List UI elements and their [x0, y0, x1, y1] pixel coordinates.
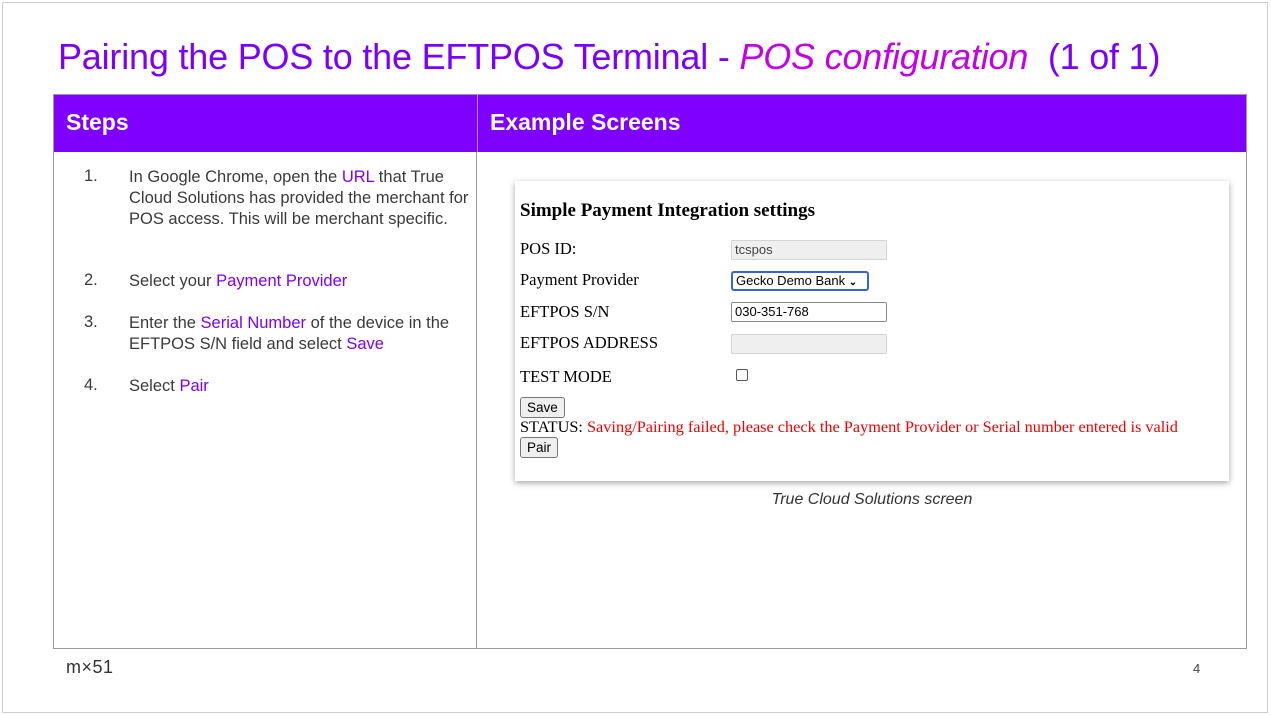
step-text-part: Select: [129, 377, 180, 395]
step-highlight-serial-number: Serial Number: [200, 314, 307, 332]
step-number: 2.: [84, 271, 98, 289]
status-line: STATUS: Saving/Pairing failed, please ch…: [520, 417, 1178, 437]
step-text: Enter the Serial Number of the device in…: [129, 313, 469, 355]
slide-title: Pairing the POS to the EFTPOS Terminal -…: [58, 36, 1160, 78]
step-highlight-save: Save: [346, 335, 384, 353]
step-highlight-payment-provider: Payment Provider: [216, 272, 348, 290]
test-mode-label: TEST MODE: [520, 367, 612, 386]
pos-id-label: POS ID:: [520, 239, 577, 258]
step-text-part: Enter the: [129, 314, 201, 332]
eftpos-sn-input[interactable]: 030-351-768: [731, 302, 887, 322]
step-highlight-url: URL: [341, 168, 375, 186]
payment-provider-label: Payment Provider: [520, 270, 639, 289]
title-suffix: (1 of 1): [1047, 36, 1161, 77]
eftpos-sn-label: EFTPOS S/N: [520, 302, 610, 321]
step-text: Select your Payment Provider: [129, 271, 469, 292]
chevron-down-icon: ⌄: [848, 277, 858, 288]
test-mode-checkbox[interactable]: [736, 369, 748, 381]
title-emphasis: POS configuration: [739, 36, 1029, 77]
eftpos-address-label: EFTPOS ADDRESS: [520, 333, 659, 352]
status-label: STATUS:: [520, 417, 587, 436]
step-text-part: In Google Chrome, open the: [129, 168, 342, 186]
screenshot-caption: True Cloud Solutions screen: [771, 491, 973, 508]
step-text-part: Select your: [129, 272, 217, 290]
pos-id-input[interactable]: tcspos: [731, 240, 887, 260]
steps-header: Steps: [54, 95, 477, 152]
title-gap: [1028, 36, 1048, 77]
example-screenshot: Simple Payment Integration settings POS …: [515, 181, 1229, 481]
payment-provider-select[interactable]: Gecko Demo Bank ⌄: [731, 271, 869, 291]
column-divider: [476, 152, 477, 649]
settings-heading: Simple Payment Integration settings: [520, 200, 816, 221]
step-highlight-pair: Pair: [179, 377, 209, 395]
page-number: 4: [1193, 661, 1201, 676]
pair-button[interactable]: Pair: [520, 437, 559, 458]
payment-provider-value: Gecko Demo Bank: [736, 273, 846, 288]
title-main: Pairing the POS to the EFTPOS Terminal -: [58, 36, 740, 77]
example-screens-header: Example Screens: [477, 95, 1246, 152]
save-button[interactable]: Save: [520, 397, 565, 418]
step-text: Select Pair: [129, 376, 469, 397]
step-number: 4.: [84, 376, 98, 394]
steps-table: Steps Example Screens 1. In Google Chrom…: [53, 94, 1247, 649]
step-text: In Google Chrome, open the URL that True…: [129, 167, 469, 230]
step-number: 1.: [84, 167, 98, 185]
step-number: 3.: [84, 313, 98, 331]
status-message: Saving/Pairing failed, please check the …: [587, 417, 1178, 436]
eftpos-address-input[interactable]: [731, 334, 887, 354]
mx51-logo: m×51: [66, 657, 114, 677]
